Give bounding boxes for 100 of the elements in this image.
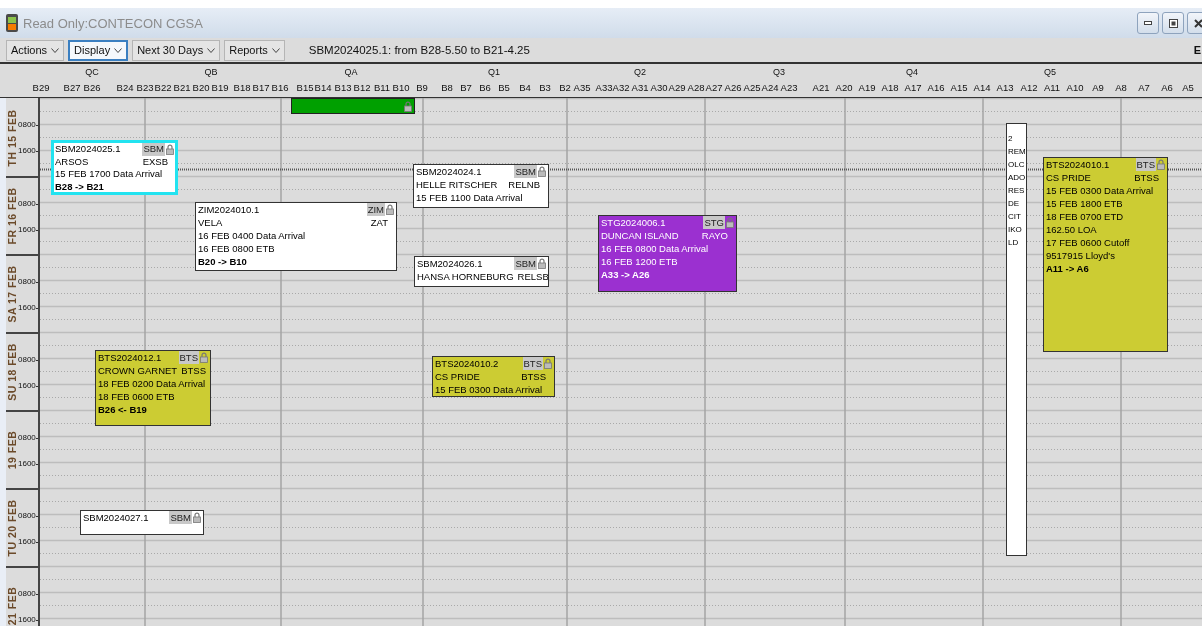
minimize-button[interactable] <box>1137 12 1159 34</box>
berth-label: A16 <box>927 82 945 93</box>
voyage-code: STG2024006.1 <box>601 216 666 229</box>
vessel-card[interactable]: STG2024006.1 STG DUNCAN ISLAND RAYO 16 FEB 0800 Data Arrival 16 FEB 1200 ETB A33 -> A26 <box>598 215 737 292</box>
berth-label: A15 <box>950 82 968 93</box>
day-label: FR 16 FEB <box>6 187 18 245</box>
vessel-card[interactable]: SBM2024027.1 SBM <box>80 510 204 535</box>
event-line: 162.50 LOA <box>1046 223 1098 236</box>
berth-label: A25 <box>743 82 761 93</box>
maximize-icon <box>1168 18 1178 28</box>
route-label: B20 -> B10 <box>198 255 248 268</box>
berth-label: B8 <box>441 82 453 93</box>
berth-label: B13 <box>334 82 352 93</box>
berth-label: B4 <box>519 82 531 93</box>
berth-label: A6 <box>1161 82 1173 93</box>
vessel-name: CS PRIDE <box>435 370 480 383</box>
day-label: SU 18 FEB <box>6 343 18 401</box>
operator-code: EXSB <box>142 155 168 168</box>
event-line: 15 FEB 1800 ETB <box>1046 197 1124 210</box>
berth-label: A12 <box>1020 82 1038 93</box>
status-text: SBM2024025.1: from B28-5.50 to B21-4.25 <box>308 44 531 56</box>
operator-code: ZAT <box>370 216 388 229</box>
vessel-name: ARSOS <box>55 155 89 168</box>
berth-label: B19 <box>211 82 229 93</box>
quay-label: QC <box>85 67 99 77</box>
event-line: 18 FEB 0600 ETB <box>98 390 176 403</box>
berth-label: B24 <box>116 82 134 93</box>
event-line: 15 FEB 1700 Data Arrival <box>55 168 164 181</box>
quay-label: Q4 <box>906 67 918 77</box>
berth-label: B22 <box>154 82 172 93</box>
chevron-down-icon <box>51 47 60 53</box>
berth-label: A9 <box>1092 82 1104 93</box>
voyage-code: SBM2024026.1 <box>417 257 483 270</box>
quay-label: Q2 <box>634 67 646 77</box>
berth-label: B14 <box>314 82 332 93</box>
berth-label: B5 <box>498 82 510 93</box>
vessel-card[interactable]: BTS2024010.1 BTS CS PRIDE BTSS 15 FEB 0300 Data Arrival 15 FEB 1800 ETB 18 FEB 0700 ETD 162.50 LOA 17 FEB 0600 Cutoff 9517915 Lloyd's A11 -> A6 <box>1043 157 1168 352</box>
vessel-card[interactable]: ZIM2024010.1 ZIM VELA ZAT 16 FEB 0400 Data Arrival 16 FEB 0800 ETB B20 -> B10 <box>195 202 397 271</box>
line-code: BTS <box>1135 158 1156 171</box>
event-line: 16 FEB 0800 ETB <box>198 242 276 255</box>
voyage-code: BTS2024010.2 <box>435 357 499 370</box>
day-label: 19 FEB <box>6 430 18 470</box>
vessel-bar[interactable] <box>291 98 415 114</box>
berth-label: A11 <box>1043 82 1061 93</box>
time-label: 0800 <box>18 511 36 520</box>
berth-label: B7 <box>460 82 472 93</box>
menu-dropdown[interactable]: Display <box>68 39 129 61</box>
berth-label: B20 <box>192 82 210 93</box>
close-icon <box>1193 18 1202 28</box>
berth-label: B23 <box>136 82 154 93</box>
event-line: 16 FEB 0400 Data Arrival <box>198 229 307 242</box>
menu-dropdown[interactable]: Next 30 Days <box>132 39 221 61</box>
berth-label: B26 <box>83 82 101 93</box>
vessel-name: DUNCAN ISLAND <box>601 229 679 242</box>
berth-label: A31 <box>631 82 649 93</box>
remark-text: DE <box>1008 198 1021 210</box>
berth-label: B11 <box>373 82 391 93</box>
vessel-card[interactable]: BTS2024010.2 BTS CS PRIDE BTSS 15 FEB 0300 Data Arrival <box>432 356 555 397</box>
remark-text: ADO <box>1008 172 1026 184</box>
berth-label: B17 <box>252 82 270 93</box>
time-label: 1600 <box>18 146 36 155</box>
maximize-button[interactable] <box>1162 12 1184 34</box>
vessel-card[interactable]: BTS2024012.1 BTS CROWN GARNET BTSS 18 FEB 0200 Data Arrival 18 FEB 0600 ETB B26 <- B19 <box>95 350 211 426</box>
line-code: SBM <box>142 143 165 156</box>
berth-label: A24 <box>761 82 779 93</box>
quay-label: Q3 <box>773 67 785 77</box>
time-label: 1600 <box>18 381 36 390</box>
berth-label: A8 <box>1115 82 1127 93</box>
berth-label: A7 <box>1138 82 1150 93</box>
voyage-code: SBM2024025.1 <box>55 143 121 156</box>
vessel-card[interactable]: SBM2024025.1 SBM ARSOS EXSB 15 FEB 1700 Data Arrival B28 -> B21 <box>51 140 178 195</box>
event-line: 15 FEB 1100 Data Arrival <box>416 191 524 204</box>
day-label: 21 FEB <box>6 586 18 626</box>
time-label: 0800 <box>18 277 36 286</box>
line-code: BTS <box>522 357 543 370</box>
time-label: 1600 <box>18 537 36 546</box>
berth-label: B3 <box>539 82 551 93</box>
vessel-card[interactable]: SBM2024026.1 SBM HANSA HORNEBURG RELSB <box>414 256 549 287</box>
event-line: 16 FEB 1200 ETB <box>601 255 679 268</box>
operator-code: RAYO <box>701 229 728 242</box>
time-label: 0800 <box>18 355 36 364</box>
route-label: A33 -> A26 <box>601 268 651 281</box>
berth-label: B27 <box>63 82 81 93</box>
berth-label: A5 <box>1182 82 1194 93</box>
remark-text: 2 <box>1008 133 1014 145</box>
route-label: B26 <- B19 <box>98 403 148 416</box>
vessel-name: HANSA HORNEBURG <box>417 270 514 283</box>
vessel-card[interactable]: SBM2024024.1 SBM HELLE RITSCHER RELNB 15 FEB 1100 Data Arrival <box>413 164 549 208</box>
menu-dropdown[interactable]: Reports <box>224 39 285 61</box>
voyage-code: SBM2024024.1 <box>416 165 482 178</box>
time-label: 1600 <box>18 303 36 312</box>
chevron-down-icon <box>114 47 123 53</box>
vessel-name: CS PRIDE <box>1046 171 1091 184</box>
event-line: 15 FEB 0300 Data Arrival <box>435 383 544 396</box>
status-text: E <box>1193 44 1201 56</box>
berth-label: B21 <box>173 82 191 93</box>
berth-label: A20 <box>835 82 853 93</box>
quay-label: Q1 <box>488 67 500 77</box>
menu-dropdown[interactable]: Actions <box>6 39 65 61</box>
event-line: 15 FEB 0300 Data Arrival <box>1046 184 1155 197</box>
